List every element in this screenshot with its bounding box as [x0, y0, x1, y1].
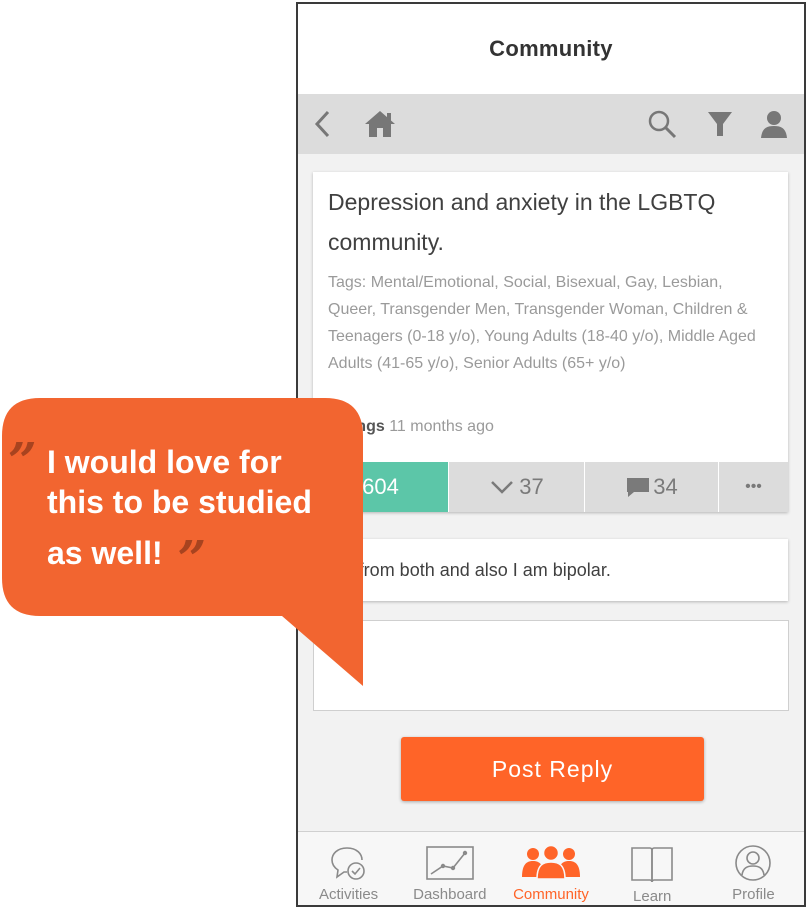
profile-icon [735, 845, 772, 881]
page-title: Community [489, 36, 613, 61]
bottom-nav: Activities Dashboard Community Learn Pro… [298, 831, 804, 905]
reply-card: ffer from both and also I am bipolar. [313, 539, 788, 601]
close-quote-mark: ” [177, 529, 207, 588]
user-icon[interactable] [756, 94, 792, 154]
post-tags: Tags: Mental/Emotional, Social, Bisexual… [328, 274, 756, 372]
nav-label-profile: Profile [732, 886, 775, 903]
nav-item-community[interactable]: Community [500, 832, 601, 905]
callout-line-3: as well! ” [47, 522, 362, 584]
home-icon[interactable] [360, 94, 400, 154]
more-button[interactable]: ••• [719, 462, 788, 512]
toolbar [298, 94, 804, 154]
callout-line-2: this to be studied [47, 484, 312, 520]
comments-button[interactable]: 34 [585, 462, 719, 512]
chevron-down-icon [491, 481, 514, 494]
post-actions: 604 37 34 ••• [313, 462, 788, 512]
community-icon [522, 844, 580, 880]
learn-icon [631, 847, 674, 883]
content-area: Depression and anxiety in the LGBTQ comm… [298, 154, 804, 831]
open-quote-mark: ” [8, 431, 37, 490]
post-card[interactable]: Depression and anxiety in the LGBTQ comm… [313, 172, 788, 512]
downvote-count: 37 [519, 474, 544, 499]
callout-line-1: I would love for [47, 444, 282, 480]
nav-label-dashboard: Dashboard [413, 886, 487, 903]
nav-item-dashboard[interactable]: Dashboard [399, 832, 500, 905]
downvote-button[interactable]: 37 [449, 462, 585, 512]
activities-icon [330, 847, 365, 880]
phone-frame: Community Depression and anxiety in the … [296, 2, 806, 907]
filter-icon[interactable] [702, 94, 738, 154]
title-bar: Community [298, 4, 804, 94]
callout-text: I would love for this to be studied as w… [47, 442, 362, 584]
search-icon[interactable] [644, 94, 680, 154]
nav-label-community: Community [513, 886, 589, 903]
dashboard-icon [425, 846, 474, 880]
post-title[interactable]: Depression and anxiety in the LGBTQ comm… [328, 182, 768, 262]
post-reply-button[interactable]: Post Reply [401, 737, 704, 801]
reply-input[interactable] [313, 620, 789, 711]
callout-line-3-text: as well! [47, 535, 163, 571]
nav-label-learn: Learn [633, 888, 672, 905]
comments-count: 34 [653, 474, 678, 499]
nav-item-activities[interactable]: Activities [298, 832, 399, 905]
nav-label-activities: Activities [319, 886, 379, 903]
reply-text: ffer from both and also I am bipolar. [328, 560, 611, 580]
nav-item-learn[interactable]: Learn [602, 832, 703, 905]
chevron-left-icon[interactable] [308, 94, 338, 154]
nav-item-profile[interactable]: Profile [703, 832, 804, 905]
speech-bubble-callout: ” I would love for this to be studied as… [0, 398, 370, 688]
more-icon: ••• [745, 478, 762, 495]
comment-icon [627, 478, 650, 497]
post-time: 11 months ago [389, 418, 494, 435]
